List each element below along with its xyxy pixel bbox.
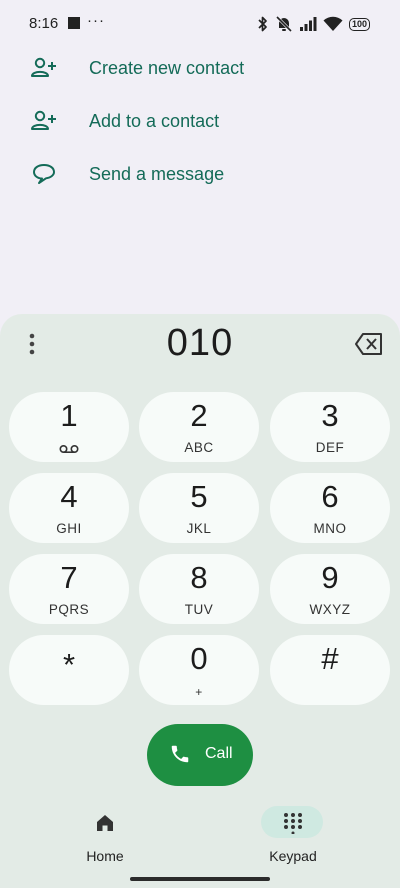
- key-hash[interactable]: #: [270, 635, 390, 705]
- bluetooth-icon: [258, 16, 267, 31]
- key-digit: 5: [190, 479, 208, 514]
- dialed-number[interactable]: 010: [100, 322, 300, 365]
- key-digit: 8: [190, 560, 208, 595]
- key-digit: *: [62, 647, 76, 682]
- key-digit: 7: [60, 560, 78, 595]
- voicemail-icon: [59, 444, 79, 454]
- key-8[interactable]: 8 TUV: [139, 554, 259, 624]
- person-add-icon: [31, 57, 56, 77]
- key-letters: TUV: [184, 602, 214, 617]
- nav-home-label: Home: [86, 848, 124, 864]
- notification-square-icon: [68, 17, 80, 29]
- add-to-contact-action[interactable]: Add to a contact: [0, 96, 400, 146]
- key-star[interactable]: *: [9, 635, 129, 705]
- nav-keypad[interactable]: Keypad: [238, 806, 348, 866]
- phone-icon: [171, 745, 189, 763]
- home-icon: [97, 815, 113, 831]
- key-7[interactable]: 7 PQRS: [9, 554, 129, 624]
- ringer-off-icon: [275, 15, 293, 33]
- key-letters: MNO: [313, 521, 347, 536]
- key-digit: 9: [321, 560, 339, 595]
- status-time: 8:16: [29, 15, 59, 32]
- call-label: Call: [205, 745, 233, 762]
- status-bar: 8:16 ··· 100: [0, 0, 400, 48]
- key-2[interactable]: 2 ABC: [139, 392, 259, 462]
- call-button[interactable]: Call: [147, 724, 253, 786]
- key-letters: +: [195, 685, 203, 699]
- nav-keypad-label: Keypad: [269, 848, 317, 864]
- key-digit: 3: [321, 398, 339, 433]
- key-4[interactable]: 4 GHI: [9, 473, 129, 543]
- send-message-action[interactable]: Send a message: [0, 149, 400, 199]
- create-new-contact-label: Create new contact: [89, 57, 245, 78]
- send-message-label: Send a message: [89, 163, 225, 184]
- nav-home[interactable]: Home: [50, 806, 160, 866]
- key-0[interactable]: 0 +: [139, 635, 259, 705]
- key-digit: 1: [60, 398, 78, 433]
- key-digit: 2: [190, 398, 208, 433]
- gesture-bar[interactable]: [130, 877, 270, 881]
- more-notifications-icon: ···: [87, 12, 105, 29]
- key-letters: JKL: [186, 521, 212, 536]
- key-9[interactable]: 9 WXYZ: [270, 554, 390, 624]
- key-digit: 4: [60, 479, 78, 514]
- dialpad-icon: [284, 813, 302, 834]
- wifi-icon: [323, 16, 343, 31]
- create-new-contact-action[interactable]: Create new contact: [0, 43, 400, 93]
- person-add-icon: [31, 110, 56, 130]
- signal-icon: [299, 17, 317, 31]
- key-letters: WXYZ: [309, 602, 351, 617]
- key-digit: 0: [190, 641, 208, 676]
- message-icon: [33, 164, 55, 184]
- more-options-icon[interactable]: [18, 330, 46, 358]
- key-6[interactable]: 6 MNO: [270, 473, 390, 543]
- key-digit: #: [321, 641, 339, 676]
- status-icons: 100: [257, 14, 370, 34]
- key-1[interactable]: 1: [9, 392, 129, 462]
- battery-icon: 100: [348, 17, 370, 31]
- key-3[interactable]: 3 DEF: [270, 392, 390, 462]
- key-letters: ABC: [184, 440, 214, 455]
- key-digit: 6: [321, 479, 339, 514]
- add-to-contact-label: Add to a contact: [89, 110, 220, 131]
- key-5[interactable]: 5 JKL: [139, 473, 259, 543]
- key-letters: DEF: [315, 440, 345, 455]
- key-letters: GHI: [56, 521, 82, 536]
- key-letters: PQRS: [48, 602, 90, 617]
- backspace-icon[interactable]: [354, 331, 384, 357]
